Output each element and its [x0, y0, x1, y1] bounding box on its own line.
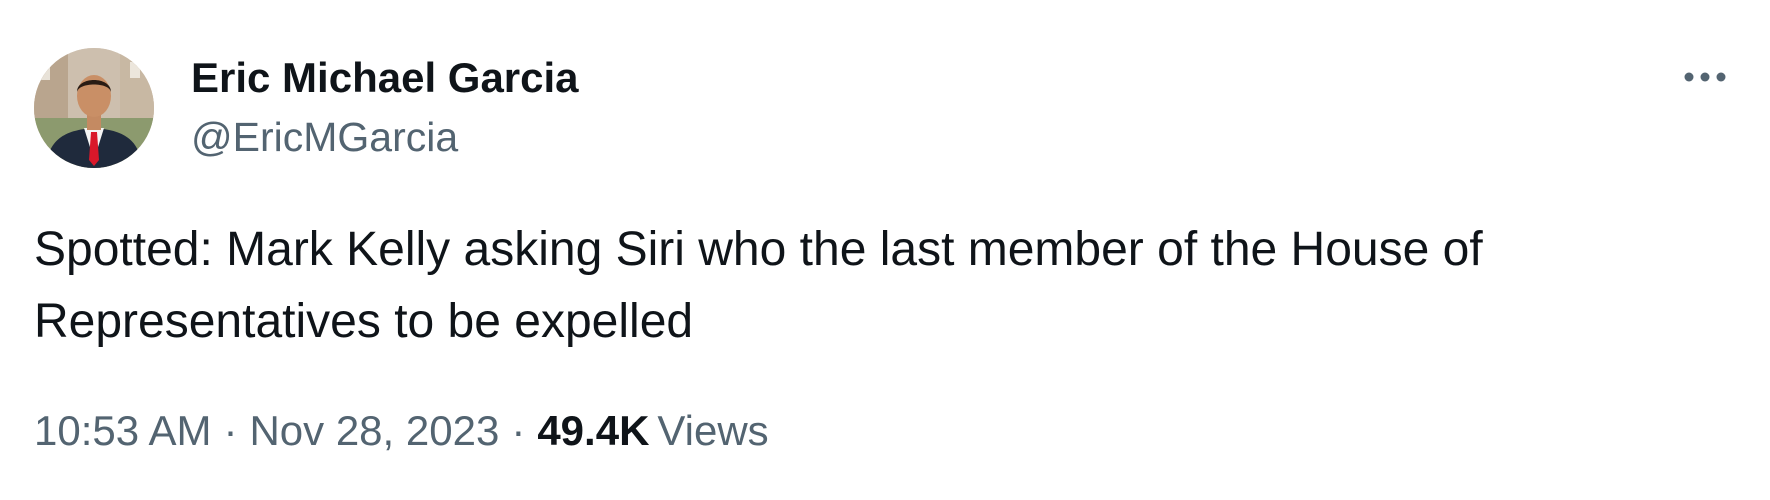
tweet-time[interactable]: 10:53 AM	[34, 407, 211, 454]
views-count[interactable]: 49.4K	[537, 407, 649, 454]
profile-photo-icon	[34, 48, 154, 168]
views-label[interactable]: Views	[649, 407, 768, 454]
meta-separator: ·	[511, 407, 526, 454]
more-horizontal-icon	[1684, 72, 1726, 82]
tweet-card: Eric Michael Garcia @EricMGarcia Spotted…	[0, 0, 1770, 500]
tweet-meta: 10:53 AM · Nov 28, 2023 · 49.4K Views	[34, 403, 769, 459]
more-options-button[interactable]	[1680, 60, 1730, 94]
avatar[interactable]	[34, 48, 154, 168]
tweet-text: Spotted: Mark Kelly asking Siri who the …	[34, 223, 1483, 348]
author-handle[interactable]: @EricMGarcia	[191, 110, 458, 164]
author-display-name[interactable]: Eric Michael Garcia	[191, 50, 579, 106]
meta-separator: ·	[223, 407, 238, 454]
tweet-date[interactable]: Nov 28, 2023	[249, 407, 499, 454]
